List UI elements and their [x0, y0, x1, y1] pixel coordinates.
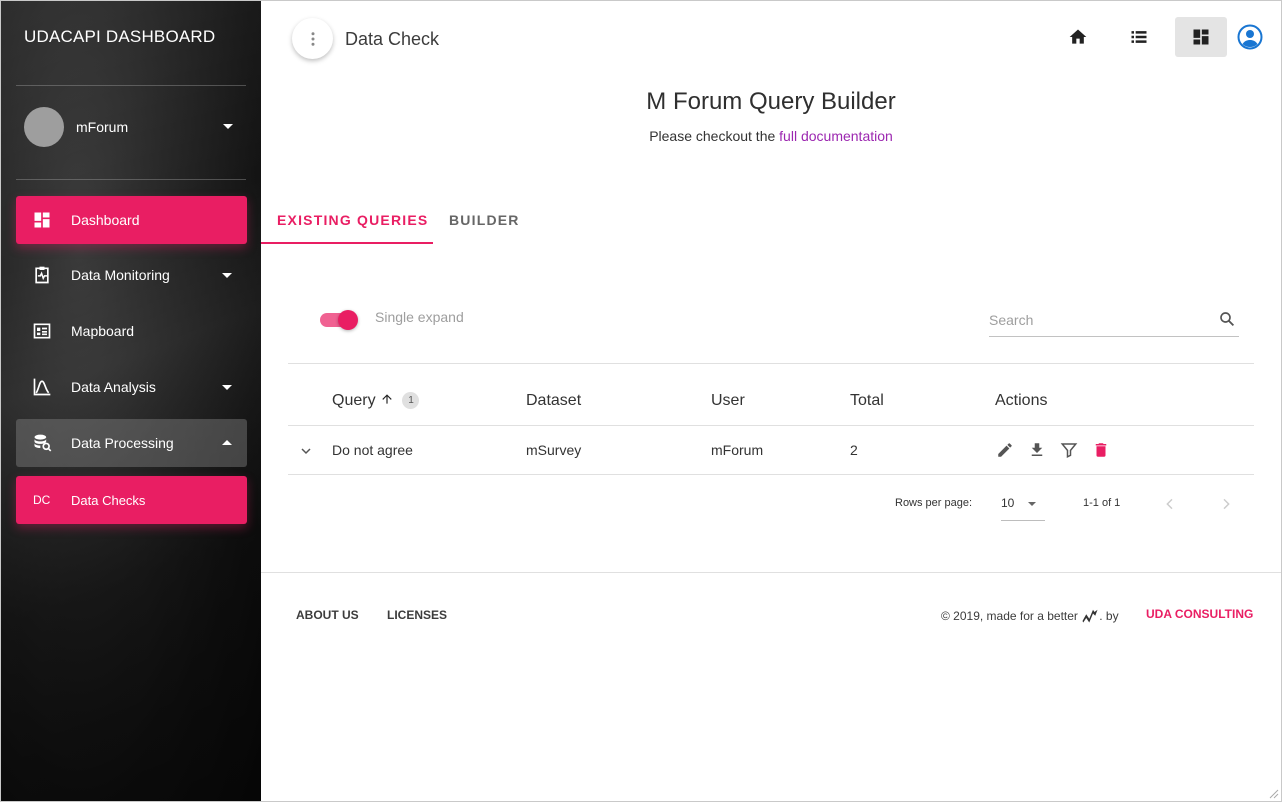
list-view-button[interactable]	[1113, 17, 1165, 57]
sidebar-item-label: Data Monitoring	[71, 267, 170, 283]
sidebar-item-mapboard[interactable]: Mapboard	[16, 307, 247, 355]
account-circle-icon	[1237, 24, 1263, 50]
more-vertical-icon	[311, 31, 314, 46]
sidebar-subitem-abbr: DC	[33, 493, 51, 507]
pagination-range: 1-1 of 1	[1083, 497, 1121, 509]
chevron-down-icon	[1028, 502, 1036, 506]
column-header-dataset[interactable]: Dataset	[526, 392, 581, 410]
rows-per-page-select[interactable]: 10	[1001, 492, 1045, 521]
chevron-down-icon	[222, 273, 232, 278]
divider	[288, 363, 1254, 364]
sidebar-item-label: Data Processing	[71, 435, 174, 451]
dashboard-view-button[interactable]	[1175, 17, 1227, 57]
expand-row-icon[interactable]	[298, 443, 314, 459]
copyright-text: © 2019, made for a better . by	[941, 607, 1119, 623]
rows-per-page-label: Rows per page:	[895, 497, 973, 509]
mapboard-icon	[33, 323, 51, 339]
documentation-link[interactable]: full documentation	[779, 128, 893, 144]
more-menu-button[interactable]	[292, 18, 333, 59]
brand-title: UDACAPI DASHBOARD	[24, 27, 216, 46]
sidebar-item-label: Mapboard	[71, 323, 135, 339]
filter-icon[interactable]	[1060, 441, 1078, 459]
avatar	[24, 107, 64, 147]
cell-dataset: mSurvey	[526, 442, 582, 458]
sidebar-item-data-analysis[interactable]: Data Analysis	[16, 363, 247, 411]
divider	[288, 425, 1254, 426]
column-header-actions: Actions	[995, 392, 1048, 409]
column-header-query[interactable]: Query 1	[332, 392, 420, 410]
documentation-prefix: Please checkout the	[649, 128, 776, 144]
clipboard-pulse-icon	[35, 266, 49, 284]
single-expand-toggle[interactable]	[320, 310, 360, 330]
uda-consulting-link[interactable]: UDA CONSULTING	[1146, 607, 1253, 621]
single-expand-label: Single expand	[375, 309, 464, 325]
next-page-icon[interactable]	[1218, 496, 1234, 512]
sidebar-divider	[16, 179, 246, 180]
database-search-icon	[34, 434, 52, 452]
column-header-user[interactable]: User	[711, 392, 745, 410]
tab-existing-queries[interactable]: EXISTING QUERIES	[277, 212, 428, 228]
user-name: mForum	[76, 119, 129, 135]
sidebar-subitem-label: Data Checks	[71, 492, 146, 508]
sidebar-item-dashboard[interactable]: Dashboard	[16, 196, 247, 244]
dashboard-icon	[34, 212, 50, 228]
rows-per-page-value: 10	[1001, 496, 1015, 510]
page-title: Data Check	[345, 29, 440, 49]
divider	[288, 474, 1254, 475]
copyright-made: © 2019, made for a better	[941, 609, 1078, 623]
chevron-down-icon	[222, 385, 232, 390]
delete-icon[interactable]	[1092, 441, 1110, 459]
search-field	[989, 305, 1239, 337]
footer-divider	[261, 572, 1281, 573]
copyright-by: . by	[1099, 609, 1119, 623]
home-button[interactable]	[1052, 17, 1104, 57]
chart-curve-icon	[33, 378, 51, 396]
resize-handle-icon[interactable]	[1269, 789, 1279, 799]
cell-user: mForum	[711, 442, 764, 458]
chevron-down-icon	[223, 124, 233, 129]
sidebar: UDACAPI DASHBOARD mForum Dashboard Data …	[1, 1, 261, 801]
documentation-note: Please checkout the full documentation	[261, 128, 1281, 144]
search-icon[interactable]	[1218, 310, 1236, 328]
about-us-link[interactable]: ABOUT US	[296, 608, 359, 622]
list-icon	[1131, 31, 1147, 43]
user-menu[interactable]: mForum	[24, 106, 244, 148]
cell-total: 2	[850, 442, 858, 458]
bar-chart-logo-icon	[1082, 609, 1098, 623]
sidebar-item-label: Dashboard	[71, 212, 140, 228]
page-heading: M Forum Query Builder	[646, 88, 896, 115]
chevron-up-icon	[222, 440, 232, 445]
sidebar-item-data-processing[interactable]: Data Processing	[16, 419, 247, 467]
column-header-total[interactable]: Total	[850, 392, 884, 410]
column-header-label: Query	[332, 392, 376, 409]
licenses-link[interactable]: LICENSES	[387, 608, 447, 622]
search-input[interactable]	[989, 309, 1209, 331]
arrow-up-icon	[382, 394, 392, 404]
tab-builder[interactable]: BUILDER	[449, 212, 520, 228]
sidebar-subitem-data-checks[interactable]: DC Data Checks	[16, 476, 247, 524]
download-icon[interactable]	[1028, 441, 1046, 459]
dashboard-icon	[1193, 29, 1209, 45]
account-button[interactable]	[1226, 17, 1274, 57]
sort-order-badge: 1	[402, 392, 420, 410]
home-icon	[1069, 29, 1087, 44]
active-tab-indicator	[261, 242, 433, 244]
previous-page-icon[interactable]	[1162, 496, 1178, 512]
sidebar-item-data-monitoring[interactable]: Data Monitoring	[16, 251, 247, 299]
sidebar-item-label: Data Analysis	[71, 379, 156, 395]
sidebar-divider	[16, 85, 246, 86]
edit-icon[interactable]	[996, 441, 1014, 459]
cell-query: Do not agree	[332, 442, 413, 458]
toggle-thumb	[338, 310, 358, 330]
